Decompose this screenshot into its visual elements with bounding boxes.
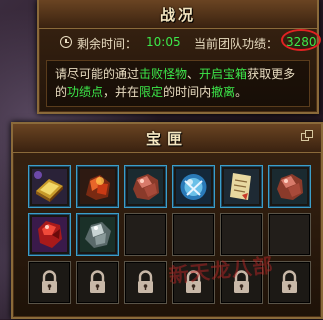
- empty-slot[interactable]: [268, 213, 311, 256]
- treasure-box-title-bar: 宝匣: [13, 124, 321, 153]
- window-toggle-icon[interactable]: [301, 130, 315, 144]
- treasure-box-title: 宝匣: [145, 129, 188, 148]
- locked-slot: [76, 261, 119, 304]
- war-status-title: 战况: [159, 5, 196, 24]
- war-status-title-bar: 战况: [39, 0, 317, 29]
- score-highlight-circle: [281, 29, 321, 51]
- remaining-time-label: 剩余时间：: [77, 37, 138, 51]
- empty-slot[interactable]: [172, 213, 215, 256]
- instruction-highlight-evacuate: 撤离: [211, 85, 236, 99]
- war-status-panel: 战况 剩余时间： 10:05 当前团队功绩： 3280 请尽可能的通过击败怪物、…: [37, 0, 321, 114]
- locked-slot: [172, 261, 215, 304]
- item-slot[interactable]: [28, 213, 71, 256]
- instruction-segment: 的时间内: [163, 85, 212, 99]
- instruction-segment: 请尽可能的通过: [55, 67, 140, 81]
- locked-slot: [220, 261, 263, 304]
- clock-icon: [60, 36, 72, 48]
- item-grid: [28, 165, 311, 304]
- item-slot[interactable]: [268, 165, 311, 208]
- item-slot[interactable]: [124, 165, 167, 208]
- instruction-segment: 、: [187, 67, 200, 81]
- locked-slot: [28, 261, 71, 304]
- locked-slot: [124, 261, 167, 304]
- instruction-segment: 。: [235, 85, 248, 99]
- status-info-row: 剩余时间： 10:05 当前团队功绩： 3280: [39, 29, 321, 52]
- item-slot[interactable]: [220, 165, 263, 208]
- instruction-highlight-defeat-monsters: 击败怪物: [139, 67, 188, 81]
- empty-slot[interactable]: [220, 213, 263, 256]
- item-slot[interactable]: [28, 165, 71, 208]
- locked-slot: [268, 261, 311, 304]
- item-slot[interactable]: [172, 165, 215, 208]
- instruction-highlight-merit-points: 功绩点: [67, 85, 104, 99]
- instruction-text: 请尽可能的通过击败怪物、开启宝箱获取更多的功绩点，并在限定的时间内撤离。: [46, 60, 310, 107]
- instruction-highlight-open-chests: 开启宝箱: [199, 67, 248, 81]
- remaining-time-value: 10:05: [146, 35, 181, 49]
- team-score-label: 当前团队功绩：: [194, 37, 279, 51]
- item-slot[interactable]: [76, 165, 119, 208]
- treasure-box-panel: 宝匣: [11, 122, 323, 319]
- empty-slot[interactable]: [124, 213, 167, 256]
- item-slot[interactable]: [76, 213, 119, 256]
- instruction-highlight-limited: 限定: [139, 85, 164, 99]
- instruction-segment: ，并在: [103, 85, 140, 99]
